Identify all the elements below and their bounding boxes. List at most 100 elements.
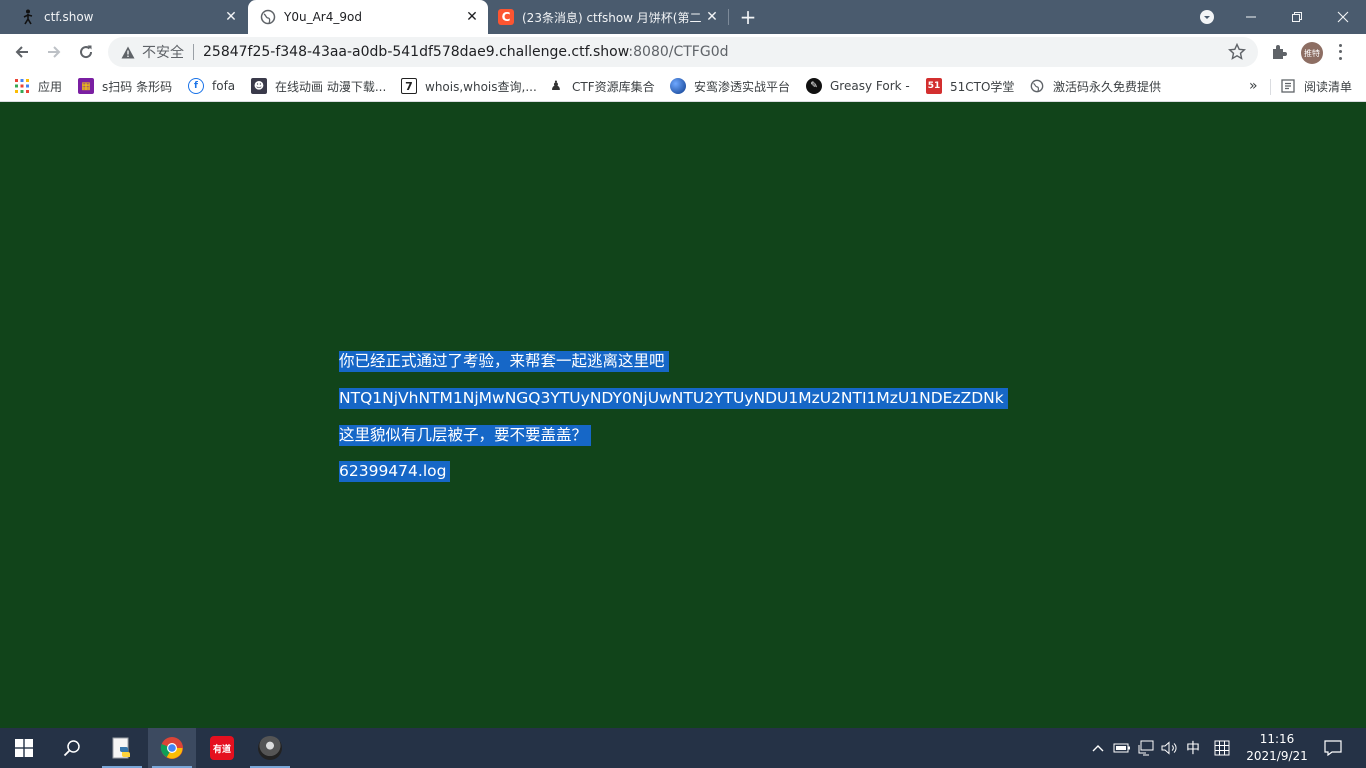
clock-time: 11:16 (1259, 732, 1295, 746)
hint-line: 这里貌似有几层被子，要不要盖盖？ (339, 425, 592, 446)
minimize-button[interactable] (1228, 0, 1274, 34)
network-icon[interactable] (1136, 728, 1156, 768)
more-menu-icon[interactable] (1336, 42, 1344, 62)
star-icon[interactable] (1227, 42, 1247, 61)
reading-list-icon (1280, 78, 1296, 94)
bookmark-label: Greasy Fork - (830, 79, 910, 93)
fofa-icon: f (188, 78, 204, 94)
globe-icon (1029, 78, 1045, 94)
forward-button[interactable] (40, 38, 68, 66)
bookmarks-bar: 应用 ▦ s扫码 条形码 f fofa ☻ 在线动画 动漫下载... 7 who… (0, 70, 1366, 102)
taskbar-python-app[interactable] (98, 728, 146, 768)
reload-button[interactable] (72, 38, 100, 66)
bookmark-label: fofa (212, 79, 236, 93)
barcode-icon: ▦ (78, 78, 94, 94)
start-button[interactable] (0, 728, 48, 768)
browser-toolbar: 不安全 25847f25-f348-43aa-a0db-541df578dae9… (0, 34, 1366, 70)
bookmark-item[interactable]: ☻ 在线动画 动漫下载... (251, 76, 386, 96)
bookmark-label: whois,whois查询,... (425, 79, 537, 94)
more-bookmarks-chevron-icon[interactable]: » (1249, 76, 1258, 96)
taskbar-app[interactable] (246, 728, 294, 768)
51cto-icon: 51 (926, 78, 942, 94)
chevron-down-circle-icon (1200, 10, 1214, 24)
bookmark-item[interactable]: 7 whois,whois查询,... (401, 76, 537, 96)
page-content: 你已经正式通过了考验，来帮套一起逃离这里吧 NTQ1NjVhNTM1NjMwNG… (0, 103, 1366, 728)
close-window-button[interactable] (1320, 0, 1366, 34)
tab-ctfshow[interactable]: ctf.show ✕ (0, 0, 247, 34)
hacker-icon: ♟ (550, 78, 562, 94)
planet-icon (670, 78, 686, 94)
encoded-string: NTQ1NjVhNTM1NjMwNGQ3YTUyNDY0NjUwNTU2YTUy… (339, 388, 1008, 409)
bookmark-item[interactable]: 51 51CTO学堂 (926, 76, 1014, 96)
bookmark-label: 安鸾渗透实战平台 (694, 79, 791, 94)
message-line: 你已经正式通过了考验，来帮套一起逃离这里吧 (339, 351, 669, 372)
bookmark-item[interactable]: ♟ CTF资源库集合 (548, 76, 655, 96)
bookmark-apps[interactable]: 应用 (14, 76, 62, 96)
bookmark-label: 应用 (38, 79, 63, 94)
bookmark-label: CTF资源库集合 (572, 79, 655, 94)
greasy-fork-icon: ✎ (806, 78, 822, 94)
security-label[interactable]: 不安全 (142, 42, 184, 62)
reading-list-label: 阅读清单 (1304, 79, 1353, 94)
search-button[interactable] (48, 728, 96, 768)
log-filename: 62399474.log (339, 461, 451, 482)
close-icon[interactable]: ✕ (462, 7, 482, 27)
extensions-puzzle-icon[interactable] (1270, 43, 1288, 61)
url-host: 25847f25-f348-43aa-a0db-541df578dae9.cha… (203, 44, 629, 60)
system-clock[interactable]: 11:16 2021/9/21 (1238, 731, 1316, 765)
tab-search-button[interactable] (1184, 0, 1230, 34)
address-bar[interactable]: 不安全 25847f25-f348-43aa-a0db-541df578dae9… (108, 37, 1258, 67)
new-tab-button[interactable]: + (735, 5, 761, 29)
tab-title: (23条消息) ctfshow 月饼杯(第二 (522, 10, 702, 25)
python-file-icon (112, 737, 130, 759)
reload-icon (80, 45, 93, 59)
bookmark-item[interactable]: 激活码永久免费提供 (1029, 76, 1161, 96)
tab-csdn[interactable]: C (23条消息) ctfshow 月饼杯(第二 ✕ (488, 0, 728, 34)
tab-y0u-ar4-9od[interactable]: Y0u_Ar4_9od ✕ (248, 0, 488, 34)
bookmark-label: 51CTO学堂 (950, 79, 1015, 94)
tab-title: Y0u_Ar4_9od (284, 10, 362, 24)
youdao-icon: 有道 (210, 736, 234, 760)
close-icon[interactable]: ✕ (702, 7, 722, 27)
bookmark-label: s扫码 条形码 (102, 79, 173, 94)
arrow-right-icon (48, 46, 61, 58)
notification-center-icon[interactable] (1320, 728, 1346, 768)
windows-logo-icon (15, 739, 33, 757)
windows-taskbar: 有道 中 11:16 2021/9/21 (0, 728, 1366, 768)
csdn-c-icon: C (498, 9, 514, 25)
taskbar-chrome[interactable] (148, 728, 196, 768)
bookmark-item[interactable]: 安鸾渗透实战平台 (670, 76, 790, 96)
url-text[interactable]: 25847f25-f348-43aa-a0db-541df578dae9.cha… (203, 44, 729, 60)
omnibox-divider (193, 44, 194, 60)
taskbar-youdao[interactable]: 有道 (198, 728, 246, 768)
ime-keyboard-icon[interactable] (1211, 728, 1233, 768)
volume-icon[interactable] (1160, 728, 1180, 768)
warning-icon[interactable] (120, 44, 136, 60)
back-button[interactable] (8, 38, 36, 66)
bookmark-label: 在线动画 动漫下载... (275, 79, 387, 94)
stickman-icon (20, 9, 36, 25)
profile-avatar[interactable]: 推特 (1301, 42, 1323, 64)
url-path: :8080/CTFG0d (628, 44, 729, 60)
ime-language-indicator[interactable]: 中 (1183, 728, 1203, 768)
bookmark-label: 激活码永久免费提供 (1053, 79, 1162, 94)
search-icon (63, 740, 80, 757)
cat-avatar-icon (258, 736, 282, 760)
reading-list-button[interactable]: 阅读清单 (1280, 76, 1352, 96)
bookmark-item[interactable]: ▦ s扫码 条形码 (78, 76, 172, 96)
seven-icon: 7 (401, 78, 417, 94)
tab-divider (728, 9, 729, 25)
anime-icon: ☻ (251, 78, 267, 94)
clock-date: 2021/9/21 (1246, 749, 1308, 763)
apps-grid-icon (14, 78, 30, 94)
close-icon (1337, 11, 1349, 23)
restore-button[interactable] (1274, 0, 1320, 34)
close-icon[interactable]: ✕ (221, 7, 241, 27)
bookmark-item[interactable]: f fofa (188, 76, 235, 96)
tray-overflow-chevron-icon[interactable] (1088, 728, 1108, 768)
bookmark-item[interactable]: ✎ Greasy Fork - (806, 76, 910, 96)
tab-title: ctf.show (44, 10, 94, 24)
tab-strip: ctf.show ✕ Y0u_Ar4_9od ✕ C (23条消息) ctfsh… (0, 0, 1366, 34)
chrome-icon (160, 737, 183, 759)
battery-icon[interactable] (1112, 728, 1132, 768)
